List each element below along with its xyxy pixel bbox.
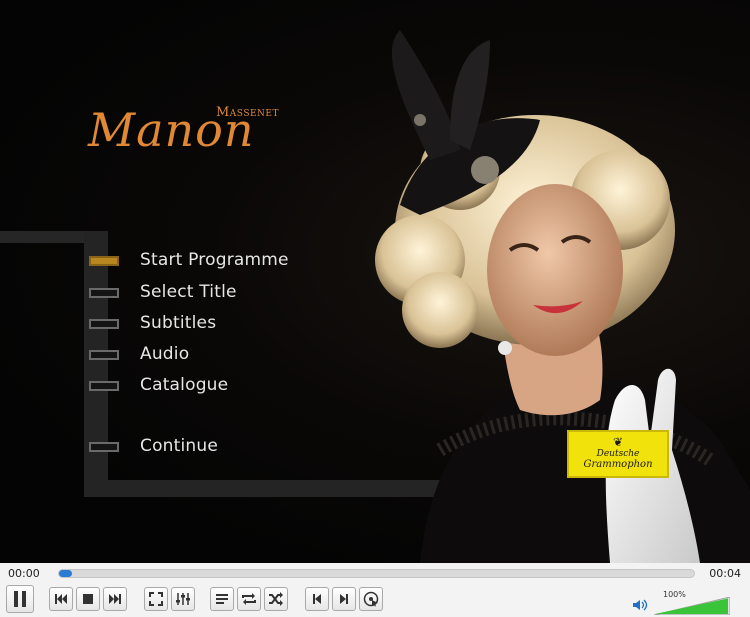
menu-item-label: Continue bbox=[140, 436, 219, 456]
next-chapter-icon bbox=[109, 594, 121, 604]
menu-item-label: Audio bbox=[140, 344, 190, 364]
frame-back-button[interactable] bbox=[305, 587, 329, 611]
frame-back-icon bbox=[313, 594, 321, 604]
dvd-title: Massenet Manon bbox=[88, 93, 318, 173]
shuffle-icon bbox=[269, 592, 283, 606]
fullscreen-icon bbox=[149, 592, 163, 606]
menu-item-label: Catalogue bbox=[140, 375, 229, 395]
menu-item-label: Start Programme bbox=[140, 250, 289, 270]
seek-progress bbox=[59, 570, 72, 577]
playlist-icon bbox=[216, 594, 228, 604]
logo-line-2: Grammophon bbox=[583, 459, 653, 470]
extended-settings-button[interactable] bbox=[171, 587, 195, 611]
menu-selector-box bbox=[89, 442, 119, 452]
singer-portrait bbox=[375, 30, 750, 563]
menu-item-catalogue[interactable]: Catalogue bbox=[88, 375, 328, 399]
extended-settings-icon bbox=[176, 593, 190, 605]
disc-menu-icon bbox=[363, 591, 379, 607]
menu-selector-box bbox=[89, 381, 119, 391]
menu-item-audio[interactable]: Audio bbox=[88, 344, 328, 368]
menu-item-select-title[interactable]: Select Title bbox=[88, 282, 328, 306]
crest-icon: ❦ bbox=[612, 435, 624, 449]
stop-icon bbox=[83, 594, 93, 604]
player-controls: 00:00 00:04 100% bbox=[0, 563, 750, 617]
elapsed-time: 00:00 bbox=[8, 567, 40, 580]
pause-button[interactable] bbox=[6, 585, 34, 613]
menu-item-start-programme[interactable]: Start Programme bbox=[88, 250, 328, 274]
previous-chapter-button[interactable] bbox=[49, 587, 73, 611]
menu-selector-box bbox=[89, 256, 119, 266]
disc-menu-button[interactable] bbox=[359, 587, 383, 611]
frame-forward-icon bbox=[340, 594, 348, 604]
volume-slider[interactable] bbox=[654, 597, 730, 615]
next-chapter-button[interactable] bbox=[103, 587, 127, 611]
opera-title: Manon bbox=[88, 103, 255, 157]
video-area[interactable]: Massenet Manon Start Programme Select Ti… bbox=[0, 0, 750, 563]
loop-icon bbox=[242, 593, 256, 605]
previous-chapter-icon bbox=[55, 594, 67, 604]
deutsche-grammophon-logo: ❦ Deutsche Grammophon bbox=[567, 430, 669, 478]
volume-icon[interactable] bbox=[632, 598, 648, 612]
pause-icon bbox=[14, 591, 26, 607]
menu-item-label: Subtitles bbox=[140, 313, 217, 333]
menu-item-subtitles[interactable]: Subtitles bbox=[88, 313, 328, 337]
seek-bar[interactable] bbox=[58, 569, 695, 578]
fullscreen-button[interactable] bbox=[144, 587, 168, 611]
menu-selector-box bbox=[89, 350, 119, 360]
menu-selector-box bbox=[89, 319, 119, 329]
frame-forward-button[interactable] bbox=[332, 587, 356, 611]
stop-button[interactable] bbox=[76, 587, 100, 611]
loop-button[interactable] bbox=[237, 587, 261, 611]
playlist-button[interactable] bbox=[210, 587, 234, 611]
total-time: 00:04 bbox=[709, 567, 741, 580]
shuffle-button[interactable] bbox=[264, 587, 288, 611]
menu-selector-box bbox=[89, 288, 119, 298]
menu-item-continue[interactable]: Continue bbox=[88, 436, 328, 460]
logo-line-1: Deutsche bbox=[596, 449, 640, 459]
menu-item-label: Select Title bbox=[140, 282, 237, 302]
